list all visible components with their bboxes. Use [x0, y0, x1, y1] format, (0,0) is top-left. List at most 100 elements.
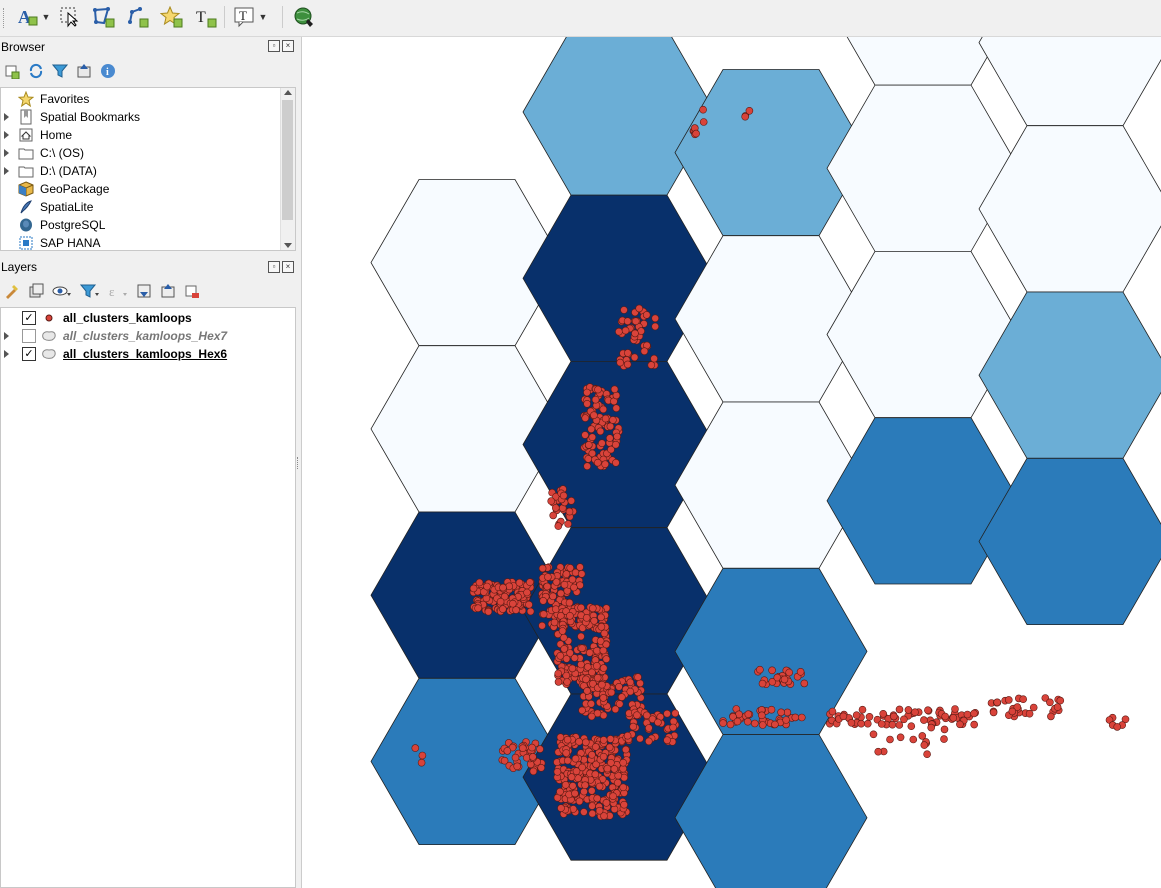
cluster-point[interactable]: [503, 747, 512, 755]
cluster-point[interactable]: [526, 578, 534, 587]
cluster-point[interactable]: [609, 416, 617, 424]
cluster-point[interactable]: [895, 705, 904, 714]
cluster-point[interactable]: [544, 573, 552, 581]
cluster-point[interactable]: [606, 422, 615, 431]
browser-item[interactable]: Spatial Bookmarks: [1, 108, 295, 126]
browser-item[interactable]: Home: [1, 126, 295, 144]
splitter-grip[interactable]: [297, 457, 300, 469]
cluster-point[interactable]: [699, 105, 707, 114]
cluster-point[interactable]: [582, 613, 591, 622]
browser-scroll-thumb[interactable]: [282, 100, 293, 220]
cluster-point[interactable]: [757, 711, 766, 720]
cluster-point[interactable]: [879, 709, 888, 718]
cluster-point[interactable]: [877, 720, 886, 728]
browser-tree[interactable]: Favorites Spatial Bookmarks Home C:\ (OS) D:…: [0, 87, 296, 251]
cluster-point[interactable]: [907, 722, 916, 731]
close-panel-icon[interactable]: ×: [282, 40, 294, 52]
cluster-point[interactable]: [654, 718, 662, 727]
cluster-point[interactable]: [556, 733, 565, 742]
cluster-point[interactable]: [750, 719, 759, 728]
cluster-point[interactable]: [563, 735, 572, 744]
cluster-point[interactable]: [1008, 707, 1017, 716]
cluster-point[interactable]: [623, 349, 632, 357]
cluster-point[interactable]: [547, 497, 555, 505]
cluster-point[interactable]: [923, 750, 931, 759]
cluster-point[interactable]: [538, 564, 547, 573]
cluster-point[interactable]: [418, 751, 427, 760]
cluster-point[interactable]: [588, 604, 597, 613]
cluster-point[interactable]: [602, 655, 611, 663]
cluster-point[interactable]: [791, 713, 800, 722]
cluster-point[interactable]: [1113, 723, 1122, 731]
cluster-point[interactable]: [785, 668, 794, 677]
cluster-point[interactable]: [583, 388, 591, 397]
cluster-point[interactable]: [610, 385, 619, 394]
cluster-point[interactable]: [780, 675, 789, 684]
info-icon[interactable]: i: [100, 63, 116, 79]
cluster-point[interactable]: [562, 570, 571, 578]
cluster-point[interactable]: [582, 675, 590, 684]
cluster-point[interactable]: [863, 719, 872, 728]
cluster-point[interactable]: [559, 491, 568, 500]
cluster-point[interactable]: [616, 358, 625, 367]
browser-scrollbar[interactable]: [280, 88, 295, 250]
toolbar-grip[interactable]: [3, 8, 7, 28]
cluster-point[interactable]: [603, 764, 612, 773]
browser-item[interactable]: D:\ (DATA): [1, 162, 295, 180]
cluster-point[interactable]: [558, 627, 567, 635]
cluster-point[interactable]: [640, 347, 649, 356]
cluster-point[interactable]: [612, 458, 620, 467]
cluster-point[interactable]: [927, 723, 936, 732]
cluster-point[interactable]: [644, 737, 653, 746]
cluster-point[interactable]: [580, 787, 588, 796]
cluster-point[interactable]: [896, 733, 905, 742]
cluster-point[interactable]: [663, 709, 671, 718]
cluster-point[interactable]: [561, 780, 570, 789]
cluster-point[interactable]: [852, 711, 861, 720]
cluster-point[interactable]: [623, 731, 632, 740]
cluster-point[interactable]: [577, 660, 585, 669]
cluster-point[interactable]: [607, 688, 616, 697]
cluster-point[interactable]: [651, 314, 660, 323]
cluster-point[interactable]: [1025, 709, 1034, 718]
cluster-point[interactable]: [584, 441, 593, 449]
cluster-point[interactable]: [858, 705, 867, 714]
cluster-point[interactable]: [566, 611, 574, 620]
scroll-down-icon[interactable]: [284, 243, 292, 248]
cluster-point[interactable]: [970, 709, 978, 718]
visibility-icon[interactable]: [52, 283, 72, 299]
cluster-point[interactable]: [671, 709, 680, 718]
cluster-point[interactable]: [924, 706, 932, 715]
expand-arrow-icon[interactable]: [4, 113, 9, 121]
cluster-point[interactable]: [900, 715, 908, 724]
cluster-point[interactable]: [538, 621, 546, 630]
cluster-point[interactable]: [580, 808, 588, 816]
cluster-point[interactable]: [578, 706, 586, 715]
cluster-point[interactable]: [865, 712, 874, 721]
cluster-point[interactable]: [609, 792, 617, 801]
cluster-point[interactable]: [634, 673, 642, 681]
cluster-point[interactable]: [783, 708, 792, 717]
cluster-point[interactable]: [499, 583, 507, 592]
cluster-point[interactable]: [556, 651, 565, 660]
cluster-point[interactable]: [594, 385, 602, 394]
cluster-point[interactable]: [554, 522, 563, 530]
cluster-point[interactable]: [543, 582, 551, 591]
cluster-point[interactable]: [552, 605, 560, 614]
cluster-point[interactable]: [615, 682, 623, 691]
browser-item[interactable]: SpatiaLite: [1, 198, 295, 216]
cluster-point[interactable]: [563, 756, 572, 765]
cluster-point[interactable]: [483, 582, 491, 591]
add-group-icon[interactable]: [28, 283, 44, 299]
cluster-point[interactable]: [619, 783, 628, 792]
expand-all-icon[interactable]: [136, 283, 152, 299]
cluster-point[interactable]: [593, 673, 602, 682]
cluster-point[interactable]: [920, 741, 929, 749]
cluster-point[interactable]: [642, 311, 651, 319]
cluster-point[interactable]: [568, 575, 577, 584]
cluster-point[interactable]: [744, 710, 753, 719]
cluster-point[interactable]: [941, 712, 950, 721]
cluster-point[interactable]: [758, 721, 767, 729]
cluster-point[interactable]: [888, 720, 897, 729]
cluster-point[interactable]: [588, 433, 597, 442]
